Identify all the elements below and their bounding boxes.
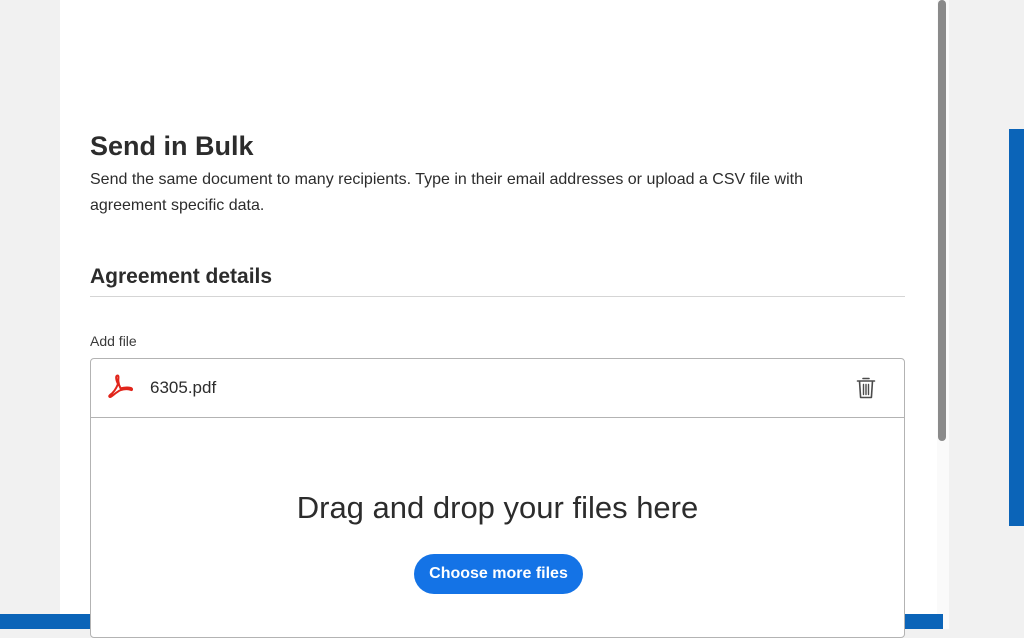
pdf-icon (107, 373, 134, 399)
right-side-panel-edge (1009, 129, 1024, 526)
file-name: 6305.pdf (150, 378, 217, 397)
drop-zone-text: Drag and drop your files here (296, 490, 699, 525)
agreement-details-heading: Agreement details (90, 265, 273, 288)
file-upload-box: 6305.pdf Drag and drop your files here C… (90, 358, 905, 638)
page-description: Send the same document to many recipient… (90, 171, 803, 214)
add-file-label: Add file (90, 333, 137, 349)
section-divider (90, 296, 905, 297)
choose-more-files-button[interactable]: Choose more files (414, 554, 583, 594)
scrollbar-thumb[interactable] (938, 0, 946, 441)
file-row: 6305.pdf (91, 359, 904, 418)
page-title: Send in Bulk (90, 131, 254, 161)
trash-icon[interactable] (855, 376, 877, 400)
